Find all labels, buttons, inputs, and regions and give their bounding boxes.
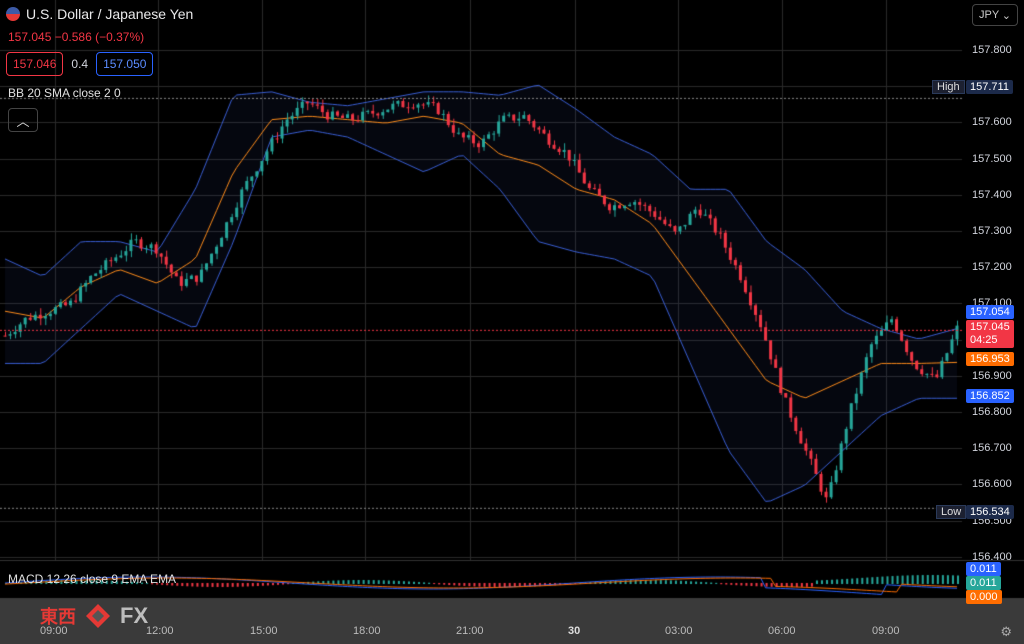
x-label-8: 09:00 [872,625,900,637]
y-tick-label: 156.800 [972,406,1012,418]
us-flag-icon [6,7,20,21]
low-value-tag: 156.534 [966,505,1014,519]
y-tick-label: 156.700 [972,442,1012,455]
y-tick-label: 157.500 [972,152,1012,165]
x-label-2: 15:00 [250,625,278,637]
logo-mark-icon [86,604,110,628]
chevron-up-icon: ︿ [16,113,30,129]
spread-value: 0.4 [71,57,89,71]
bid-price-button[interactable]: 157.046 [6,52,64,76]
bb-indicator-label[interactable]: BB 20 SMA close 2 0 [8,86,121,100]
macd-tag-3: 0.000 [966,590,1002,604]
bb-mid-tag: 156.953 [966,352,1014,366]
chevron-down-icon: ⌄ [1001,9,1011,22]
price-chart-canvas[interactable] [0,0,1024,644]
x-label-7: 06:00 [768,625,796,637]
high-value-tag: 157.711 [966,80,1013,94]
y-tick-label: 157.600 [972,116,1012,129]
low-label: Low [936,505,967,519]
x-label-5: 30 [568,625,581,637]
y-tick-label: 157.400 [972,188,1012,201]
macd-indicator-label[interactable]: MACD 12 26 close 9 EMA EMA [8,572,176,586]
y-tick-label: 156.900 [972,369,1012,382]
currency-selector[interactable]: JPY ⌄ [972,4,1018,26]
y-tick-label: 157.300 [972,225,1012,237]
bb-lower-tag: 156.852 [966,389,1014,403]
currency-selector-label: JPY [979,9,1000,21]
symbol-header[interactable]: U.S. Dollar / Japanese Yen [6,6,193,22]
broker-logo: 東西 FX [40,600,148,632]
macd-tag-2: 0.011 [966,576,1001,590]
y-tick-label: 157.800 [972,44,1012,56]
x-label-1: 12:00 [146,625,174,637]
x-label-6: 03:00 [665,625,693,637]
macd-tag-1: 0.011 [966,562,1001,576]
x-label-3: 18:00 [353,625,381,637]
y-tick-label: 156.400 [972,550,1012,563]
high-label: High [932,80,965,94]
logo-fx-text: FX [120,603,149,628]
collapse-indicators-button[interactable]: ︿ [8,108,38,132]
ask-price-button[interactable]: 157.050 [96,52,154,76]
last-price-value: 157.045 [970,321,1010,333]
y-tick-label: 157.200 [972,261,1012,274]
symbol-title: U.S. Dollar / Japanese Yen [26,6,194,22]
logo-cn-text: 東西 [40,607,76,627]
y-tick-label: 156.600 [972,478,1012,491]
gear-icon[interactable]: ⚙ [1000,624,1012,640]
last-price-tag: 157.045 04:25 [966,320,1014,348]
price-change: 157.045 −0.586 (−0.37%) [8,30,145,44]
bb-upper-tag: 157.054 [966,305,1014,319]
bar-countdown: 04:25 [970,334,998,346]
x-label-4: 21:00 [456,625,484,637]
